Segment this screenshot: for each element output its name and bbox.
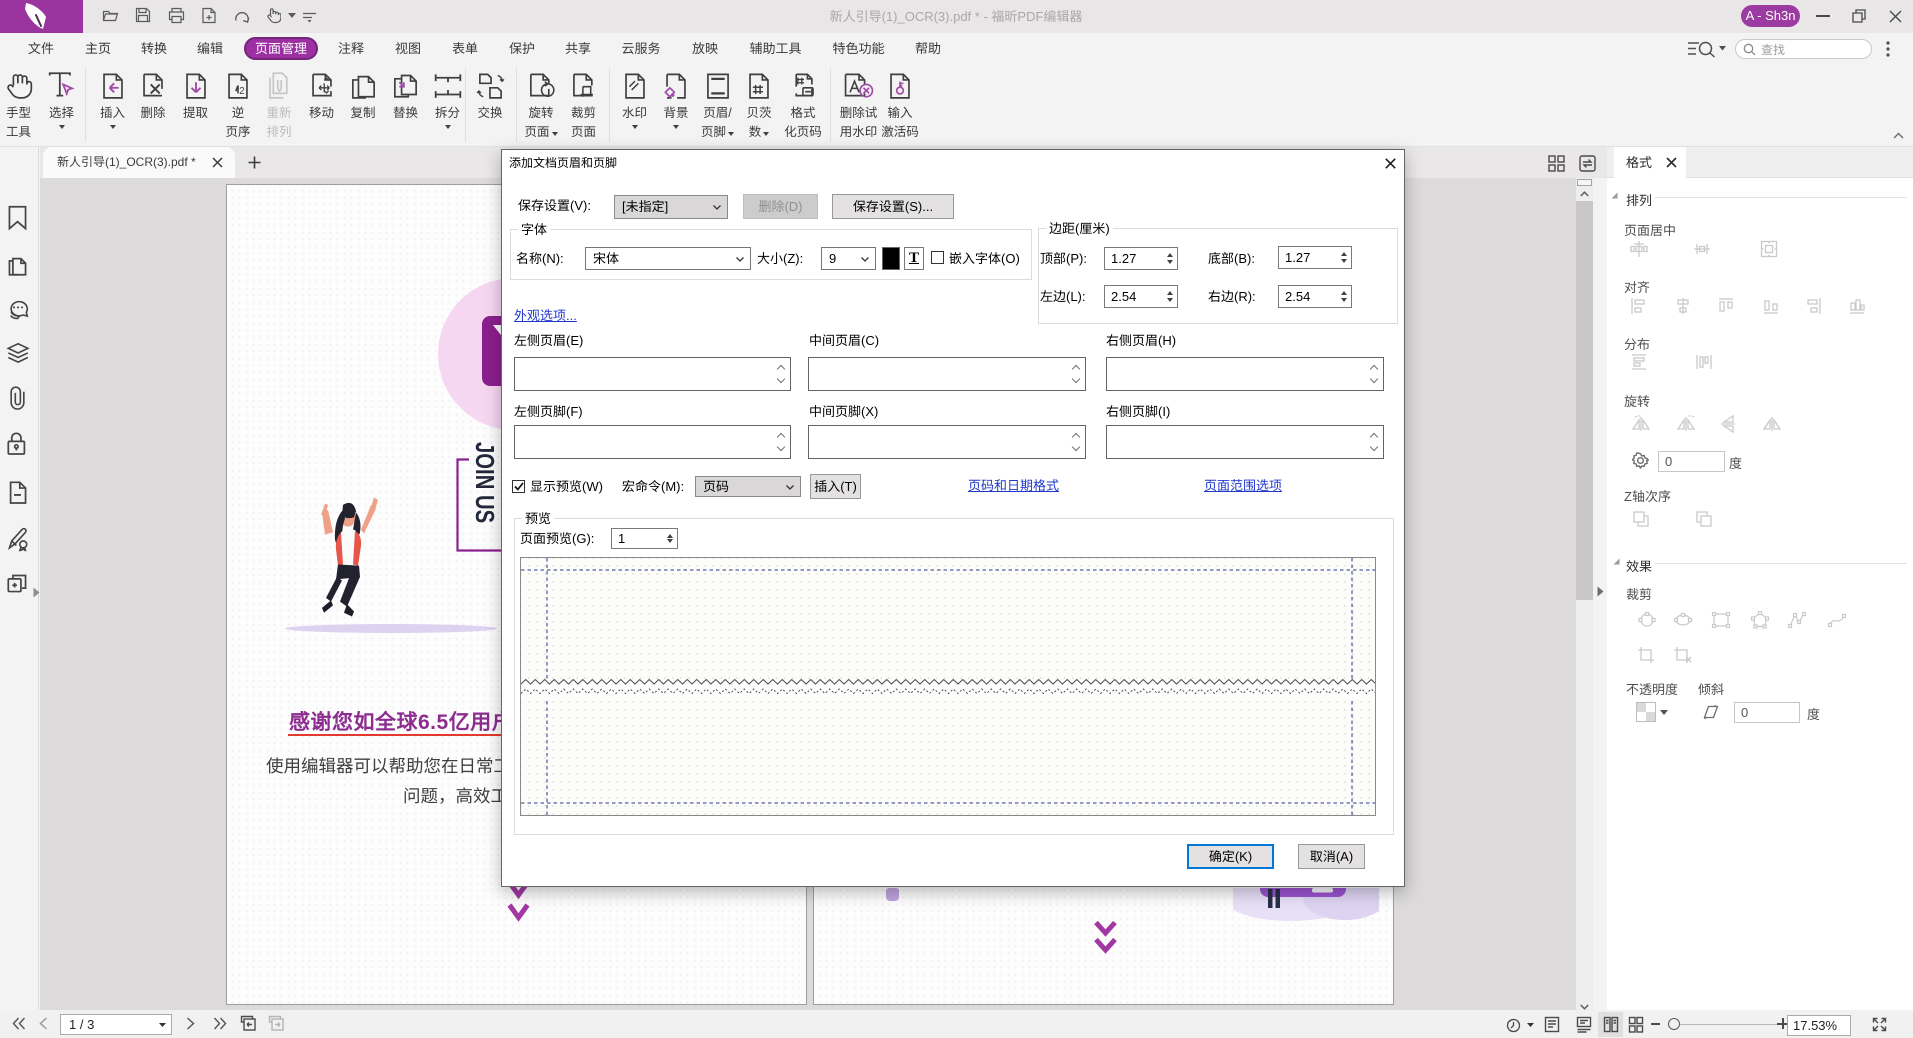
svg-text:2: 2 <box>239 86 245 97</box>
